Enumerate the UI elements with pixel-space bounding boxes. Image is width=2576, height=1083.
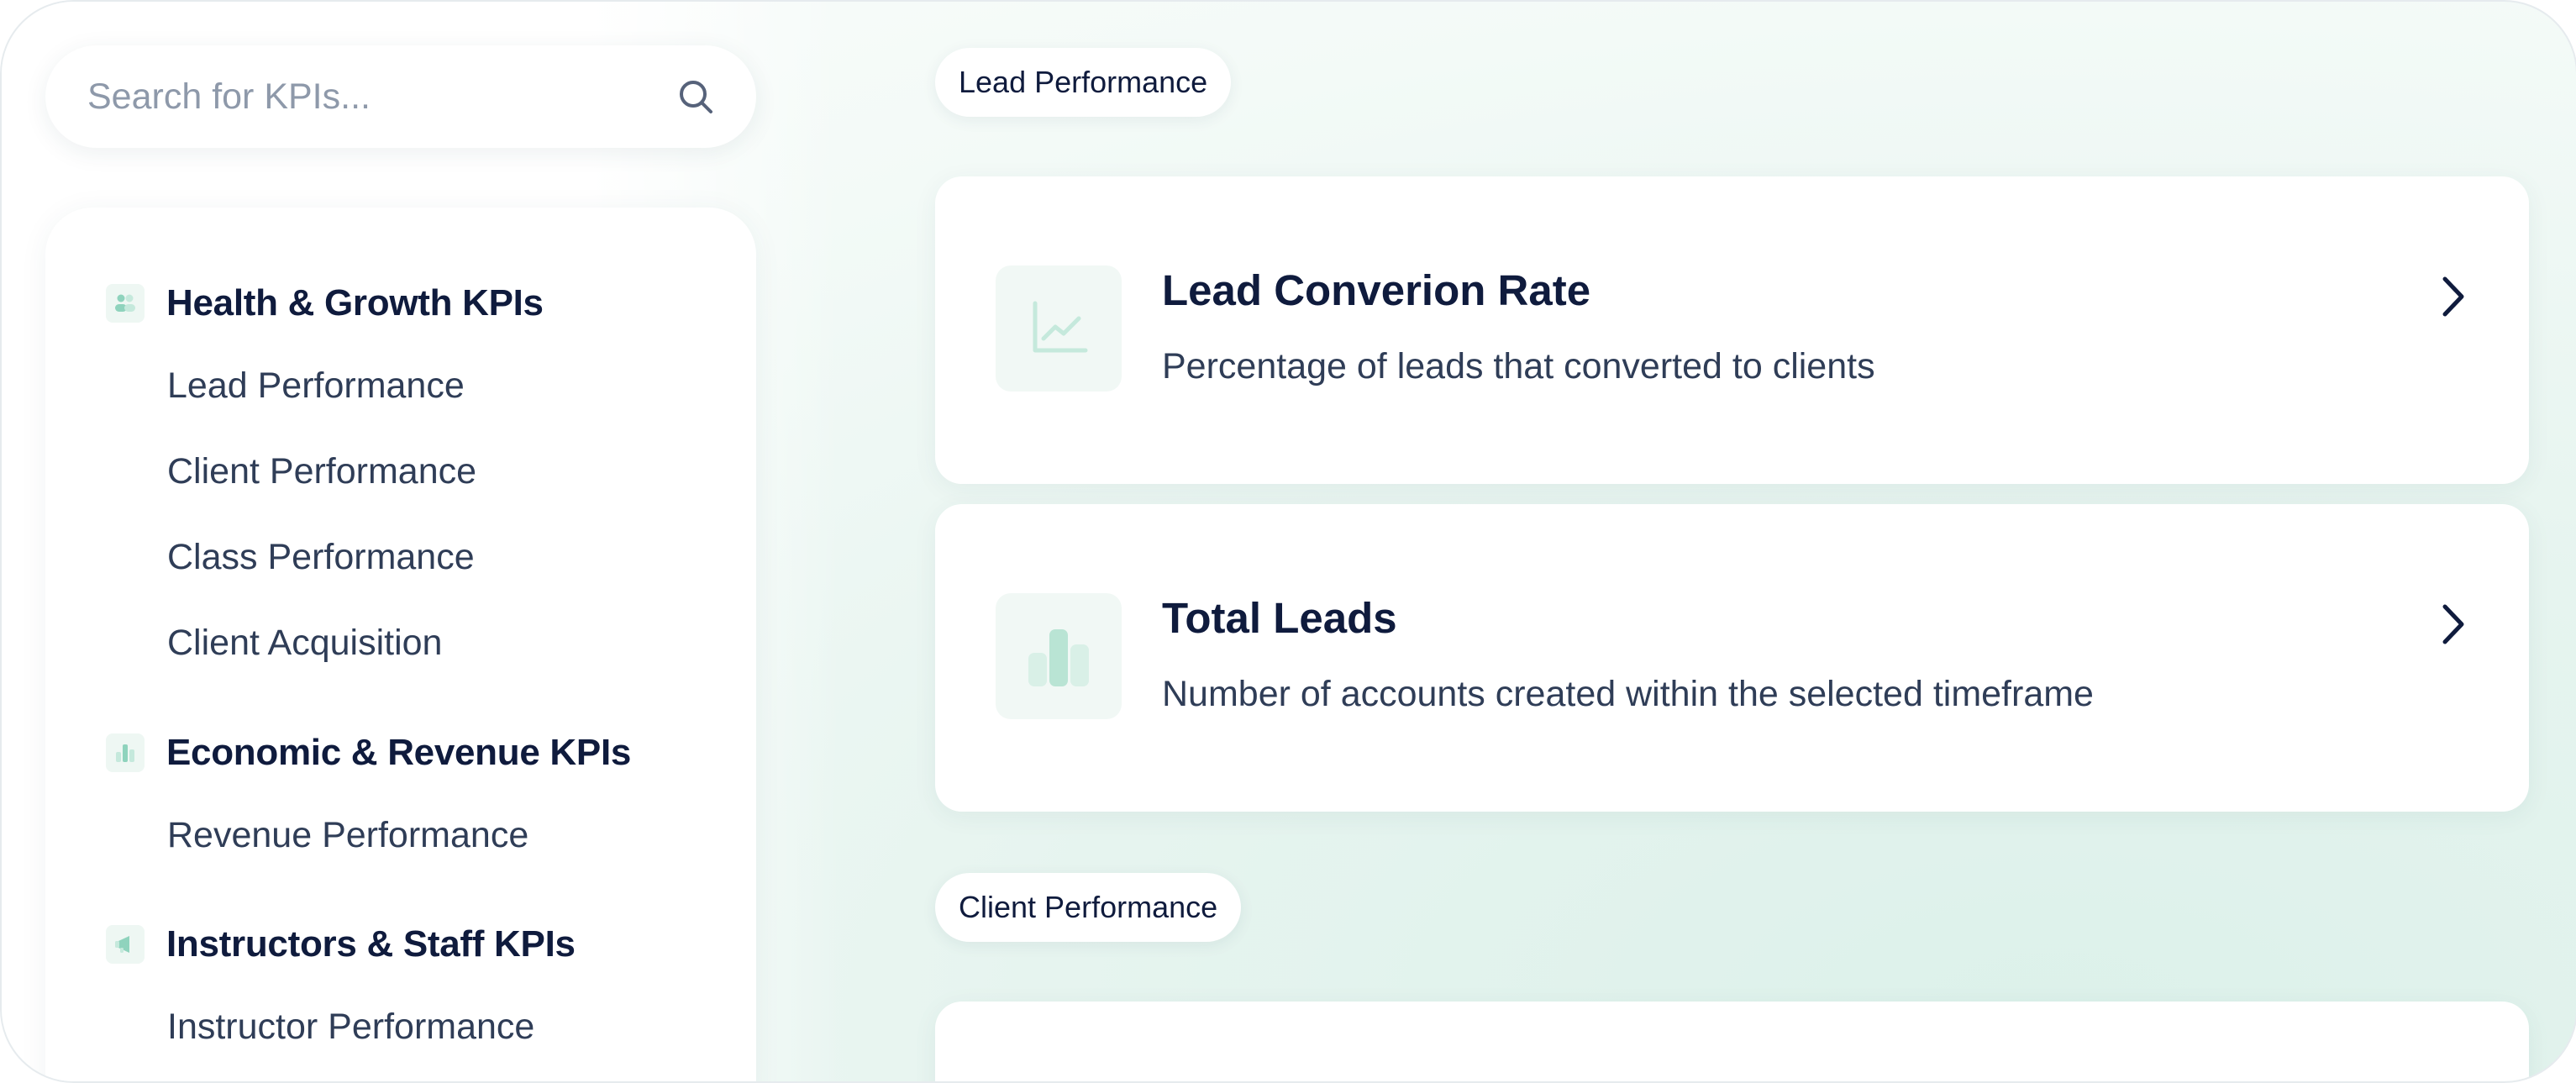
kpi-card-lead-conversion-rate[interactable]: Lead Converion Rate Percentage of leads …: [935, 176, 2529, 484]
sidebar-group-title: Economic & Revenue KPIs: [166, 732, 632, 773]
kpi-card-description: Percentage of leads that converted to cl…: [1162, 346, 1875, 386]
kpi-sidebar: Health & Growth KPIs Lead Performance Cl…: [45, 208, 756, 1081]
chevron-right-icon[interactable]: [2431, 269, 2473, 324]
sidebar-group-instructors-staff[interactable]: Instructors & Staff KPIs: [106, 923, 576, 965]
sidebar-group-title: Instructors & Staff KPIs: [166, 923, 576, 965]
chevron-right-icon[interactable]: [2431, 597, 2473, 652]
sidebar-item-lead-performance[interactable]: Lead Performance: [167, 365, 465, 407]
sidebar-item-client-performance[interactable]: Client Performance: [167, 451, 476, 492]
megaphone-icon: [106, 925, 145, 964]
search-input[interactable]: [86, 75, 676, 118]
section-label-client-performance: Client Performance: [935, 873, 1242, 942]
sidebar-group-health-growth[interactable]: Health & Growth KPIs: [106, 282, 544, 324]
bar-chart-icon: [106, 733, 145, 772]
line-chart-icon: [996, 265, 1122, 392]
sidebar-group-economic-revenue[interactable]: Economic & Revenue KPIs: [106, 732, 631, 774]
kpi-card-total-leads[interactable]: Total Leads Number of accounts created w…: [935, 504, 2529, 812]
kpi-card-title: Total Leads: [1162, 594, 1397, 642]
kpi-card-description: Number of accounts created within the se…: [1162, 674, 2094, 714]
sidebar-item-revenue-performance[interactable]: Revenue Performance: [167, 815, 528, 856]
sidebar-item-client-acquisition[interactable]: Client Acquisition: [167, 623, 442, 664]
sidebar-item-class-performance[interactable]: Class Performance: [167, 537, 475, 578]
app-window: Health & Growth KPIs Lead Performance Cl…: [0, 0, 2576, 1083]
kpi-card-partial[interactable]: [935, 1002, 2529, 1081]
section-label-lead-performance: Lead Performance: [935, 48, 1232, 117]
sidebar-item-instructor-performance[interactable]: Instructor Performance: [167, 1007, 534, 1048]
kpi-card-title: Lead Converion Rate: [1162, 266, 1591, 314]
sidebar-group-title: Health & Growth KPIs: [166, 282, 544, 323]
search-icon[interactable]: [676, 76, 716, 117]
bar-chart-icon: [996, 593, 1122, 719]
people-icon: [106, 284, 145, 323]
search-bar[interactable]: [45, 45, 756, 148]
